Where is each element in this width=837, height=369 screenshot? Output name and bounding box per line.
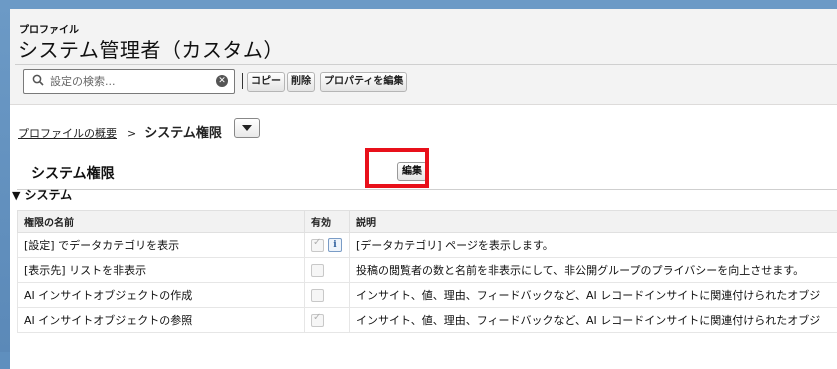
subsection-title: システム	[24, 188, 72, 202]
collapse-triangle-icon: ▼	[12, 189, 20, 202]
page-title: システム管理者（カスタム）	[18, 34, 284, 63]
section-title: システム権限	[31, 163, 115, 183]
permission-description: [データカテゴリ] ページを表示します。	[350, 233, 837, 258]
permission-description: 投稿の閲覧者の数と名前を非表示にして、非公開グループのプライバシーを向上させます…	[350, 258, 837, 283]
breadcrumb-current: システム権限	[144, 126, 222, 141]
edit-button-highlight	[365, 148, 429, 188]
enabled-cell	[305, 308, 350, 333]
info-icon[interactable]: i	[328, 238, 342, 252]
table-row: [表示先] リストを非表示 投稿の閲覧者の数と名前を非表示にして、非公開グループの…	[18, 258, 837, 283]
permission-name: [表示先] リストを非表示	[18, 258, 305, 283]
permissions-table: 権限の名前 有効 説明 [設定] でデータカテゴリを表示 i [データカテゴリ] ペ…	[17, 210, 837, 333]
delete-button[interactable]: 削除	[287, 72, 315, 92]
settings-search[interactable]: ✕	[23, 69, 235, 94]
breadcrumb: プロファイルの概要 > システム権限	[18, 122, 222, 141]
enabled-checkbox[interactable]	[311, 239, 324, 252]
search-input[interactable]	[50, 73, 210, 90]
table-row: AI インサイトオブジェクトの参照 インサイト、値、理由、フィードバックなど、AI…	[18, 308, 837, 333]
permission-name: [設定] でデータカテゴリを表示	[18, 233, 305, 258]
enabled-checkbox[interactable]	[311, 289, 324, 302]
permission-description: インサイト、値、理由、フィードバックなど、AI レコードインサイトに関連付けられ…	[350, 308, 837, 333]
enabled-cell: i	[305, 233, 350, 258]
toolbar: ✕ コピー 削除 プロパティを編集	[15, 64, 837, 103]
clear-search-icon[interactable]: ✕	[216, 75, 228, 87]
column-header-description: 説明	[350, 211, 837, 233]
enabled-cell	[305, 258, 350, 283]
profile-header: プロファイル システム管理者（カスタム） ✕ コピー 削除 プロパティを編集	[10, 9, 837, 105]
enabled-checkbox[interactable]	[311, 264, 324, 277]
copy-button[interactable]: コピー	[247, 72, 285, 92]
permission-name: AI インサイトオブジェクトの参照	[18, 308, 305, 333]
table-row: [設定] でデータカテゴリを表示 i [データカテゴリ] ページを表示します。	[18, 233, 837, 258]
table-header-row: 権限の名前 有効 説明	[18, 211, 837, 233]
edit-properties-button[interactable]: プロパティを編集	[320, 72, 407, 92]
search-icon	[32, 74, 44, 86]
column-header-name: 権限の名前	[18, 211, 305, 233]
enabled-checkbox[interactable]	[311, 314, 324, 327]
breadcrumb-link-profile-overview[interactable]: プロファイルの概要	[18, 127, 117, 140]
toolbar-divider	[242, 73, 243, 89]
section-dropdown-button[interactable]	[234, 118, 260, 138]
permission-description: インサイト、値、理由、フィードバックなど、AI レコードインサイトに関連付けられ…	[350, 283, 837, 308]
breadcrumb-separator: >	[127, 127, 136, 140]
subsection-toggle[interactable]: ▼ システム	[12, 186, 72, 203]
permission-name: AI インサイトオブジェクトの作成	[18, 283, 305, 308]
table-row: AI インサイトオブジェクトの作成 インサイト、値、理由、フィードバックなど、AI…	[18, 283, 837, 308]
enabled-cell	[305, 283, 350, 308]
column-header-enabled: 有効	[305, 211, 350, 233]
